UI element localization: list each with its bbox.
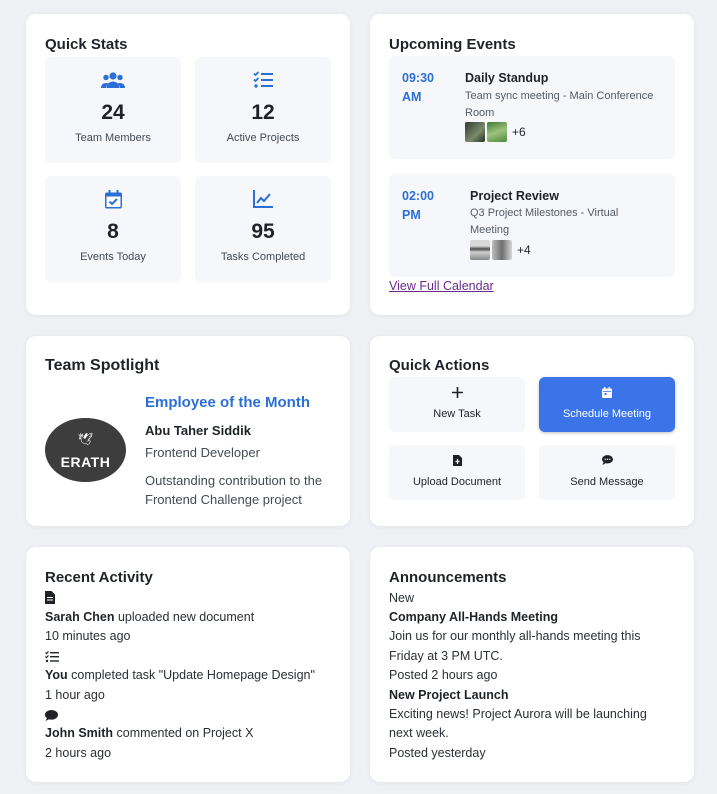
- stat-label: Tasks Completed: [220, 251, 306, 263]
- attendee-avatars: +6: [465, 122, 526, 142]
- event-time: 02:00 PM: [402, 187, 452, 225]
- announcement-body-line: Join us for our monthly all-hands meetin…: [389, 629, 641, 643]
- event-time-value: 02:00: [402, 189, 434, 203]
- upcoming-events-title: Upcoming Events: [389, 36, 516, 53]
- file-upload-icon: [389, 455, 525, 466]
- announcements-title: Announcements: [389, 569, 507, 586]
- spotlight-note-line: Frontend Challenge project: [145, 492, 302, 507]
- new-task-button[interactable]: New Task: [389, 377, 525, 432]
- spotlight-heading: Employee of the Month: [145, 394, 310, 411]
- logo-wordmark: ERATH: [60, 454, 111, 470]
- stat-value: 95: [251, 220, 275, 243]
- checklist-icon: [45, 650, 59, 668]
- attendee-avatar: [465, 122, 485, 142]
- activity-actor: Sarah Chen: [45, 610, 115, 624]
- activity-actor: You: [45, 668, 68, 682]
- action-label: Upload Document: [412, 476, 502, 488]
- event-title: Daily Standup: [465, 71, 549, 85]
- announcement-body-line: next week.: [389, 726, 449, 740]
- announcement-title[interactable]: New Project Launch: [389, 688, 508, 702]
- activity-description: completed task "Update Homepage Design": [71, 668, 315, 682]
- activity-time: 1 hour ago: [45, 688, 105, 702]
- activity-text: You completed task "Update Homepage Desi…: [45, 668, 315, 682]
- team-spotlight-title: Team Spotlight: [45, 357, 160, 374]
- event-description-line: Room: [465, 107, 495, 119]
- bird-logo-icon: 🕊: [77, 432, 94, 446]
- chart-line-icon: [195, 190, 331, 210]
- event-description: Q3 Project Milestones - Virtual Meeting: [470, 205, 618, 239]
- action-label: New Task: [433, 408, 481, 420]
- quick-actions-title: Quick Actions: [389, 357, 490, 374]
- announcement-posted: Posted yesterday: [389, 746, 486, 760]
- stat-value: 12: [251, 101, 275, 124]
- quick-stats-title: Quick Stats: [45, 36, 128, 53]
- stat-label: Team Members: [75, 132, 151, 144]
- event-time-period: AM: [402, 90, 422, 104]
- more-attendees-count: +6: [512, 125, 526, 139]
- upcoming-events-card: Upcoming Events 09:30 AM Daily Standup T…: [370, 14, 694, 315]
- spotlight-note: Outstanding contribution to the Frontend…: [145, 471, 322, 509]
- stat-active-projects[interactable]: 12 Active Projects: [195, 57, 331, 163]
- employee-role: Frontend Developer: [145, 445, 260, 460]
- activity-time: 2 hours ago: [45, 746, 112, 760]
- attendee-avatar: [487, 122, 507, 142]
- plus-icon: [389, 387, 525, 398]
- event-time-period: PM: [402, 208, 421, 222]
- company-logo: 🕊 ERATH: [45, 418, 126, 482]
- checklist-icon: [195, 71, 331, 91]
- view-full-calendar-link[interactable]: View Full Calendar: [389, 279, 494, 293]
- calendar-icon: [539, 387, 675, 398]
- action-label: Send Message: [570, 476, 644, 488]
- activity-text: John Smith commented on Project X: [45, 726, 253, 740]
- stat-tasks-completed[interactable]: 95 Tasks Completed: [195, 176, 331, 282]
- document-icon: [45, 591, 55, 609]
- event-item[interactable]: 09:30 AM Daily Standup Team sync meeting…: [389, 56, 675, 159]
- stat-label: Events Today: [80, 251, 146, 263]
- send-message-button[interactable]: Send Message: [539, 445, 675, 500]
- event-item[interactable]: 02:00 PM Project Review Q3 Project Miles…: [389, 174, 675, 277]
- schedule-meeting-button[interactable]: Schedule Meeting: [539, 377, 675, 432]
- event-description: Team sync meeting - Main Conference Room: [465, 88, 653, 122]
- event-time: 09:30 AM: [402, 69, 452, 107]
- event-description-line: Meeting: [470, 224, 510, 236]
- stat-value: 24: [101, 101, 125, 124]
- announcement-body-line: Exciting news! Project Aurora will be la…: [389, 707, 647, 721]
- comment-icon: [45, 708, 58, 726]
- spotlight-note-line: Outstanding contribution to the: [145, 473, 323, 488]
- more-attendees-count: +4: [517, 243, 531, 257]
- stat-team-members[interactable]: 24 Team Members: [45, 57, 181, 163]
- stat-value: 8: [107, 220, 119, 243]
- action-label: Schedule Meeting: [562, 408, 652, 420]
- activity-actor: John Smith: [45, 726, 114, 740]
- chat-icon: [539, 455, 675, 465]
- activity-description: commented on Project X: [116, 726, 254, 740]
- quick-actions-card: Quick Actions New Task Schedule Meeting …: [370, 336, 694, 526]
- activity-text: Sarah Chen uploaded new document: [45, 610, 254, 624]
- recent-activity-title: Recent Activity: [45, 569, 153, 586]
- upload-document-button[interactable]: Upload Document: [389, 445, 525, 500]
- stat-events-today[interactable]: 8 Events Today: [45, 176, 181, 282]
- announcement-posted: Posted 2 hours ago: [389, 668, 498, 682]
- event-description-line: Q3 Project Milestones - Virtual: [470, 207, 619, 219]
- event-time-value: 09:30: [402, 71, 434, 85]
- quick-stats-card: Quick Stats 24 Team Members 12 Active Pr…: [26, 14, 350, 315]
- stat-label: Active Projects: [226, 132, 300, 144]
- calendar-check-icon: [45, 190, 181, 210]
- activity-time: 10 minutes ago: [45, 629, 131, 643]
- new-badge: New: [389, 591, 415, 605]
- users-icon: [45, 71, 181, 91]
- event-title: Project Review: [470, 189, 559, 203]
- attendee-avatar: [470, 240, 490, 260]
- announcement-body-line: Friday at 3 PM UTC.: [389, 649, 503, 663]
- event-description-line: Team sync meeting - Main Conference: [465, 90, 654, 102]
- attendee-avatar: [492, 240, 512, 260]
- announcement-title[interactable]: Company All-Hands Meeting: [389, 610, 558, 624]
- attendee-avatars: +4: [470, 240, 531, 260]
- activity-description: uploaded new document: [117, 610, 255, 624]
- employee-name: Abu Taher Siddik: [145, 423, 251, 438]
